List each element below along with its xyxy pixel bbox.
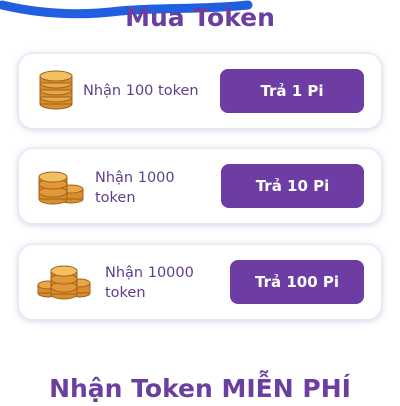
offer-card-10000: Nhận 10000 token Trả 100 Pi: [18, 244, 382, 320]
free-token-title: Nhận Token MIỄN PHÍ: [49, 374, 351, 403]
offer-label: Nhận 100 token: [83, 83, 199, 99]
pay-100-pi-button[interactable]: Trả 100 Pi: [230, 260, 364, 304]
buy-token-title: Mua Token: [125, 3, 275, 32]
offer-card-1000: Nhận 1000 token Trả 10 Pi: [18, 148, 382, 224]
offer-card-100: Nhận 100 token Trả 1 Pi: [18, 53, 382, 129]
offer-label: Nhận 1000 token: [95, 170, 175, 206]
coin-stack-icon: [39, 70, 73, 110]
coin-stack-icon: [38, 171, 84, 205]
pay-1-pi-button[interactable]: Trả 1 Pi: [220, 69, 364, 113]
coin-stack-icon: [37, 265, 91, 300]
offer-label: Nhận 10000 token: [105, 265, 194, 301]
pay-10-pi-button[interactable]: Trả 10 Pi: [221, 164, 364, 208]
